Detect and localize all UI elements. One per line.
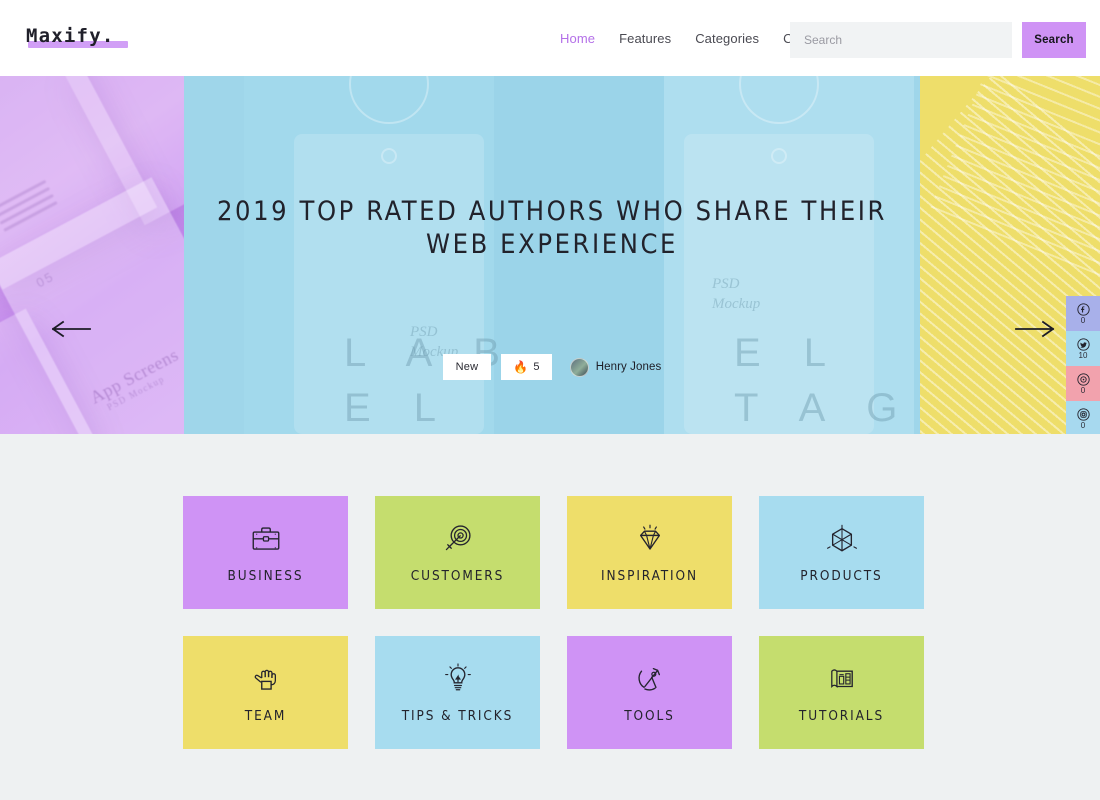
category-card-tips-and-tricks[interactable]: Tips & Tricks <box>375 636 540 749</box>
hero-title-block: 2019 Top Rated Authors Who Share Their W… <box>184 196 920 262</box>
share-count-pinterest: 0 <box>1080 385 1086 395</box>
slider-next-button[interactable] <box>1015 319 1055 339</box>
search-input[interactable] <box>790 22 1012 58</box>
hero-bg-psd-text: PSD <box>712 276 740 292</box>
categories-section: Business Customers <box>0 434 1100 800</box>
briefcase-icon <box>252 527 279 550</box>
category-label: Tips & Tricks <box>401 708 514 724</box>
flame-icon: 🔥 <box>513 360 529 374</box>
author-block[interactable]: Henry Jones <box>569 357 662 377</box>
nav-item-features[interactable]: Features <box>619 31 671 46</box>
page-root: Maxify. Home Features Categories Contact… <box>0 0 1100 800</box>
category-label: Team <box>244 708 287 724</box>
share-button-facebook[interactable]: 0 <box>1066 296 1100 331</box>
pinterest-icon <box>1076 372 1090 386</box>
category-label: Tools <box>624 708 675 724</box>
share-button-pinterest[interactable]: 0 <box>1066 366 1100 401</box>
cube-icon <box>826 524 857 552</box>
category-card-business[interactable]: Business <box>183 496 348 609</box>
arrow-right-icon <box>1015 320 1055 338</box>
share-count-instagram: 0 <box>1080 420 1086 430</box>
nav-item-categories[interactable]: Categories <box>695 31 759 46</box>
hero-slider: 05 App Screens PSD Mockup L A B E L T A … <box>0 76 1100 434</box>
share-count-twitter: 10 <box>1078 350 1088 360</box>
twitter-icon <box>1076 337 1090 351</box>
badge-hot-count: 🔥 5 <box>501 354 552 380</box>
hero-bg-psd-text: PSD <box>410 324 438 340</box>
social-share-rail: 0 10 0 0 <box>1066 296 1100 434</box>
category-card-products[interactable]: Products <box>759 496 924 609</box>
categories-grid: Business Customers <box>183 496 924 749</box>
hot-count-value: 5 <box>533 361 540 373</box>
diamond-icon <box>639 524 660 550</box>
share-count-facebook: 0 <box>1080 315 1086 325</box>
lightbulb-icon <box>444 663 471 691</box>
category-label: Inspiration <box>601 568 698 584</box>
hero-bg-mockup-label: PSD Mockup <box>712 274 760 315</box>
share-button-instagram[interactable]: 0 <box>1066 401 1100 434</box>
arrow-left-icon <box>52 320 91 338</box>
share-button-twitter[interactable]: 10 <box>1066 331 1100 366</box>
hero-meta-row: New 🔥 5 Henry Jones <box>184 354 920 380</box>
slider-prev-button[interactable] <box>52 319 92 339</box>
site-header: Maxify. Home Features Categories Contact… <box>0 0 1100 76</box>
author-name: Henry Jones <box>595 361 662 373</box>
target-icon <box>445 525 471 551</box>
category-card-team[interactable]: Team <box>183 636 348 749</box>
category-card-tools[interactable]: Tools <box>567 636 732 749</box>
tag-hole-graphic <box>771 148 787 164</box>
compass-icon <box>637 667 660 691</box>
tag-hole-graphic <box>381 148 397 164</box>
instagram-icon <box>1076 407 1090 421</box>
site-logo[interactable]: Maxify. <box>26 25 128 48</box>
category-label: Customers <box>410 568 505 584</box>
blueprint-icon <box>830 669 853 689</box>
category-label: Business <box>227 568 304 584</box>
category-label: Products <box>800 568 883 584</box>
avatar <box>569 357 589 377</box>
nav-item-home[interactable]: Home <box>560 31 595 46</box>
search-button[interactable]: Search <box>1022 22 1086 58</box>
hero-bg-word: T A G <box>734 386 914 430</box>
hero-headline: 2019 Top Rated Authors Who Share Their W… <box>217 196 887 260</box>
category-card-inspiration[interactable]: Inspiration <box>567 496 732 609</box>
category-card-tutorials[interactable]: Tutorials <box>759 636 924 749</box>
category-card-customers[interactable]: Customers <box>375 496 540 609</box>
hero-bg-word: E L <box>344 386 453 430</box>
hand-icon <box>254 669 276 690</box>
logo-text: Maxify. <box>26 25 115 47</box>
badge-new: New <box>442 354 492 380</box>
category-label: Tutorials <box>798 708 885 724</box>
facebook-icon <box>1076 302 1090 316</box>
hero-prev-slide-preview[interactable]: 05 App Screens PSD Mockup <box>0 76 184 434</box>
hero-bg-mockup-text: Mockup <box>712 296 761 313</box>
